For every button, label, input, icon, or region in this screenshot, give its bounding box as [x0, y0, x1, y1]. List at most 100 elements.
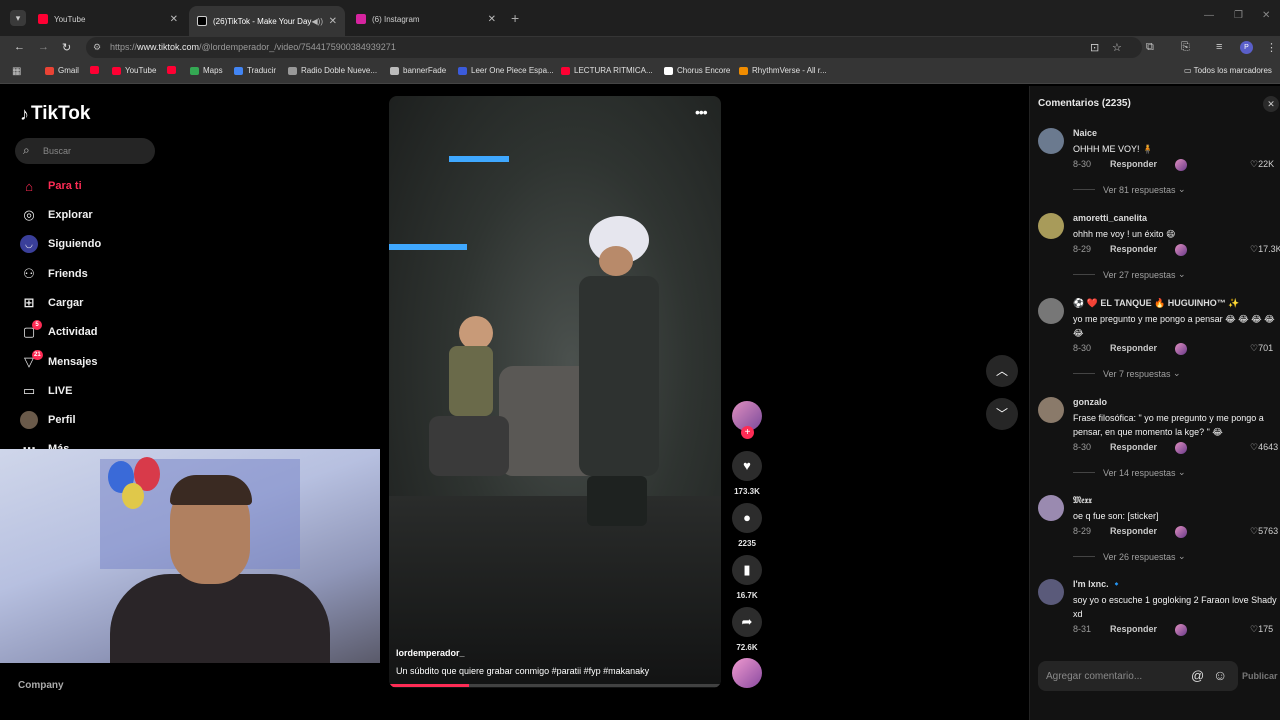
tab-tiktok[interactable]: (26)TikTok - Make Your Day ◀)) ✕ — [189, 6, 345, 36]
nav-friends[interactable]: ⚇ Friends — [20, 263, 88, 285]
reply-button[interactable]: Responder — [1110, 343, 1157, 353]
nav-live[interactable]: ▭ LIVE — [20, 380, 73, 402]
bookmark-lectura[interactable]: LECTURA RITMICA... — [561, 66, 653, 75]
comment-text: soy yo o escuche 1 gogloking 2 Faraon lo… — [1073, 595, 1277, 619]
bookmark-radio[interactable]: Radio Doble Nueve... — [288, 66, 377, 75]
commenter-name[interactable]: I'm lxnc. 🔹 — [1073, 579, 1122, 590]
comment-like-button[interactable]: ♡175 — [1250, 624, 1273, 635]
install-app-icon[interactable]: ⊡ — [1090, 41, 1099, 54]
reply-button[interactable]: Responder — [1110, 244, 1157, 254]
reply-button[interactable]: Responder — [1110, 624, 1157, 634]
restore-icon[interactable]: ❐ — [1234, 10, 1243, 21]
bookmark-chorus[interactable]: Chorus Encore — [664, 66, 730, 75]
close-comments-icon[interactable]: ✕ — [1263, 96, 1279, 112]
video-author[interactable]: lordemperador_ — [396, 648, 465, 658]
forward-arrow-icon[interactable]: → — [38, 41, 49, 53]
nav-mensajes[interactable]: ▽ 21 Mensajes — [20, 350, 98, 373]
view-replies-button[interactable]: Ver 7 respuestas ⌄ — [1073, 368, 1181, 379]
tab-share-icon[interactable]: ⎘ — [1181, 41, 1190, 54]
bookmark-star-icon[interactable]: ☆ — [1112, 41, 1122, 54]
close-tab-icon[interactable]: ✕ — [329, 16, 337, 27]
menu-kebab-icon[interactable]: ⋮ — [1266, 41, 1277, 54]
video-more-icon[interactable]: ••• — [695, 104, 708, 120]
search-box[interactable]: ⌕ Buscar — [15, 138, 155, 164]
commenter-name[interactable]: gonzalo — [1073, 397, 1107, 407]
tab-instagram[interactable]: (6) Instagram ✕ — [348, 6, 504, 32]
view-replies-button[interactable]: Ver 27 respuestas ⌄ — [1073, 269, 1186, 280]
minimize-icon[interactable]: — — [1204, 10, 1214, 21]
all-bookmarks-folder[interactable]: ▭ Todos los marcadores — [1184, 66, 1272, 75]
bookmark-youtube-icon-only-2[interactable] — [167, 66, 180, 74]
commenter-name[interactable]: Naice — [1073, 128, 1097, 138]
video-player[interactable]: ••• lordemperador_ Un súbdito que quiere… — [389, 96, 721, 688]
view-replies-button[interactable]: Ver 14 respuestas ⌄ — [1073, 467, 1186, 478]
commenter-name[interactable]: 𝔐𝔢𝔵𝔵 — [1073, 495, 1092, 506]
media-control-icon[interactable]: ≡ — [1216, 41, 1222, 53]
bookmark-maps[interactable]: Maps — [190, 66, 223, 75]
url-text[interactable]: https://www.tiktok.com/@lordemperador_/v… — [110, 42, 396, 52]
comment-like-button[interactable]: ♡701 — [1250, 343, 1273, 354]
nav-perfil[interactable]: Perfil — [20, 409, 76, 431]
follow-plus-icon[interactable]: + — [741, 426, 754, 439]
audio-playing-icon[interactable]: ◀)) — [312, 17, 323, 26]
commenter-name[interactable]: amoretti_canelita — [1073, 213, 1147, 223]
company-link[interactable]: Company — [18, 680, 64, 691]
comment-like-button[interactable]: ♡4643 — [1250, 442, 1278, 453]
video-progress-bar[interactable] — [389, 684, 721, 687]
post-comment-button[interactable]: Publicar — [1242, 671, 1278, 681]
previous-video-button[interactable]: ︿ — [986, 355, 1018, 387]
bookmark-youtube-icon-only[interactable] — [90, 66, 103, 74]
bookmark-traducir[interactable]: Traducir — [234, 66, 276, 75]
music-disc[interactable] — [732, 658, 762, 688]
commenter-avatar[interactable] — [1038, 213, 1064, 239]
commenter-name[interactable]: ⚽ ❤️ EL TANQUE 🔥 HUGUINHO™ ✨ — [1073, 298, 1240, 309]
view-replies-button[interactable]: Ver 26 respuestas ⌄ — [1073, 551, 1186, 562]
commenter-avatar[interactable] — [1038, 298, 1064, 324]
tab-youtube[interactable]: YouTube ✕ — [30, 6, 186, 32]
creator-liked-avatar — [1175, 244, 1187, 256]
bookmark-bannerfade[interactable]: bannerFade — [390, 66, 446, 75]
comment-input[interactable] — [1046, 669, 1186, 683]
reply-button[interactable]: Responder — [1110, 526, 1157, 536]
close-window-icon[interactable]: ✕ — [1262, 10, 1270, 21]
share-button[interactable]: ➦ — [732, 607, 762, 637]
commenter-avatar[interactable] — [1038, 128, 1064, 154]
save-button[interactable]: ▮ — [732, 555, 762, 585]
like-button[interactable]: ♥ — [732, 451, 762, 481]
omnibox[interactable]: ⚙ https://www.tiktok.com/@lordemperador_… — [86, 37, 1142, 58]
bookmark-youtube[interactable]: YouTube — [112, 66, 156, 75]
comment-like-button[interactable]: ♡17.3K — [1250, 244, 1280, 255]
nav-cargar[interactable]: ⊞ Cargar — [20, 292, 84, 314]
apps-grid-icon[interactable]: ▦ — [12, 66, 21, 77]
comment-like-button[interactable]: ♡5763 — [1250, 526, 1278, 537]
commenter-avatar[interactable] — [1038, 495, 1064, 521]
back-arrow-icon[interactable]: ← — [14, 41, 25, 53]
close-tab-icon[interactable]: ✕ — [488, 14, 496, 25]
view-replies-button[interactable]: Ver 81 respuestas ⌄ — [1073, 184, 1186, 195]
next-video-button[interactable]: ﹀ — [986, 398, 1018, 430]
nav-explorar[interactable]: ◎ Explorar — [20, 204, 92, 226]
commenter-avatar[interactable] — [1038, 397, 1064, 423]
tiktok-logo[interactable]: ♪ TikTok — [20, 103, 90, 125]
reply-button[interactable]: Responder — [1110, 159, 1157, 169]
emoji-icon[interactable]: ☺ — [1213, 667, 1227, 683]
new-tab-button[interactable]: + — [511, 10, 519, 26]
close-tab-icon[interactable]: ✕ — [170, 14, 178, 25]
comment-button[interactable]: ● — [732, 503, 762, 533]
site-settings-icon[interactable]: ⚙ — [93, 42, 101, 53]
bookmark-gmail[interactable]: Gmail — [45, 66, 79, 75]
reply-button[interactable]: Responder — [1110, 442, 1157, 452]
reload-icon[interactable]: ↻ — [62, 41, 71, 54]
nav-siguiendo[interactable]: ◡ Siguiendo — [20, 233, 101, 255]
bookmark-rhythmverse[interactable]: RhythmVerse - All r... — [739, 66, 827, 75]
nav-actividad[interactable]: ▢ 5 Actividad — [20, 320, 98, 343]
commenter-avatar[interactable] — [1038, 579, 1064, 605]
profile-avatar[interactable]: P — [1240, 41, 1253, 54]
comment-like-button[interactable]: ♡22K — [1250, 159, 1274, 170]
mention-icon[interactable]: @ — [1191, 668, 1204, 683]
folder-icon: ▭ — [1184, 66, 1194, 75]
tab-search-button[interactable]: ▾ — [10, 10, 26, 26]
nav-para-ti[interactable]: ⌂ Para ti — [20, 175, 82, 197]
bookmark-onepiece[interactable]: Leer One Piece Espa... — [458, 66, 554, 75]
extensions-icon[interactable]: ⧉ — [1146, 41, 1154, 54]
